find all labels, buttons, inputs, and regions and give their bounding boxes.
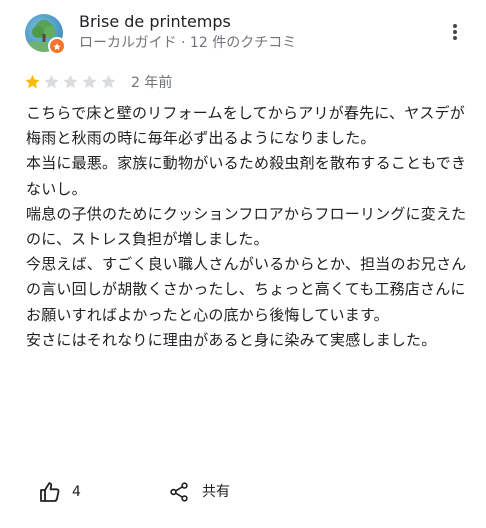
thumb-up-icon [40,482,60,502]
share-button[interactable]: 共有 [168,479,230,505]
star-empty-icon [101,74,116,89]
star-empty-icon [63,74,78,89]
review-paragraph: 本当に最悪。家族に動物がいるため殺虫剤を散布することもできないし。 [26,154,467,198]
review-paragraph: 喘息の子供のためにクッションフロアからフローリングに変えたのに、ストレス負担が増… [26,204,467,249]
more-options-button[interactable] [443,20,467,44]
more-vert-icon [453,24,457,40]
review-text: こちらで床と壁のリフォームをしてからアリが春先に、ヤスデが梅雨と秋雨の時に毎年必… [26,101,468,353]
review-paragraph: 安さにはそれなりに理由があると身に染みて実感しました。 [26,330,437,349]
star-rating [23,73,118,91]
like-count: 4 [72,484,81,500]
author-meta: ローカルガイド · 12 件のクチコミ [79,35,297,51]
review-card: Brise de printemps ローカルガイド · 12 件のクチコミ 2… [0,0,486,528]
review-paragraph: 今思えば、すごく良い職人さんがいるからとか、担当のお兄さんの言い回しが胡散くさか… [26,255,467,324]
share-icon [170,482,188,502]
star-empty-icon [82,74,97,89]
review-date: 2 年前 [131,75,173,91]
share-label: 共有 [202,484,230,500]
star-filled-icon [25,74,40,89]
local-guide-badge-icon [48,37,66,55]
like-button[interactable]: 4 [38,479,81,505]
avatar[interactable] [25,14,66,55]
star-empty-icon [44,74,59,89]
review-actions: 4 共有 [0,475,486,509]
author-name[interactable]: Brise de printemps [79,11,231,33]
review-paragraph: こちらで床と壁のリフォームをしてからアリが春先に、ヤスデが梅雨と秋雨の時に毎年必… [26,104,466,148]
